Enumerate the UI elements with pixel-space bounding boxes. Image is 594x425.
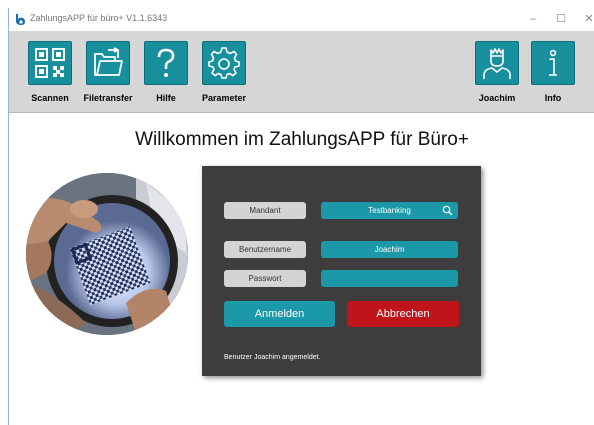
- app-logo-icon: [16, 14, 25, 25]
- info-button[interactable]: Info: [527, 41, 579, 111]
- parameter-button[interactable]: Parameter: [198, 41, 250, 111]
- scannen-label: Scannen: [31, 93, 69, 103]
- passwort-label: Passwort: [224, 270, 306, 287]
- mandant-value: Testbanking: [368, 206, 411, 215]
- app-window: ZahlungsAPP für büro+ V1.1.6343 – ☐ ✕ Sc…: [8, 8, 594, 425]
- folder-transfer-icon: [86, 41, 130, 85]
- minimize-button[interactable]: –: [519, 10, 547, 28]
- hilfe-label: Hilfe: [156, 93, 176, 103]
- login-panel: Mandant Testbanking Benutzername Joachim…: [202, 166, 481, 376]
- info-label: Info: [544, 93, 562, 103]
- welcome-heading: Willkommen im ZahlungsAPP für Büro+: [135, 129, 469, 150]
- filetransfer-button[interactable]: Filetransfer: [82, 41, 134, 111]
- mandant-select[interactable]: Testbanking: [321, 202, 458, 219]
- hilfe-button[interactable]: Hilfe: [140, 41, 192, 111]
- user-icon: [475, 41, 519, 85]
- scanner-photo: [26, 173, 188, 335]
- search-icon[interactable]: [442, 205, 453, 216]
- abbrechen-button[interactable]: Abbrechen: [347, 301, 459, 327]
- question-mark-icon: [144, 41, 188, 85]
- parameter-label: Parameter: [201, 93, 247, 103]
- close-button[interactable]: ✕: [575, 10, 594, 28]
- gear-icon: [202, 41, 246, 85]
- window-title: ZahlungsAPP für büro+ V1.1.6343: [30, 13, 168, 23]
- anmelden-button[interactable]: Anmelden: [224, 301, 335, 327]
- status-message: Benutzer Joachim angemeldet.: [224, 354, 321, 361]
- user-button[interactable]: Joachim: [471, 41, 523, 111]
- qr-code-icon: [28, 41, 72, 85]
- passwort-input[interactable]: [321, 270, 458, 287]
- user-label: Joachim: [478, 93, 516, 103]
- benutzername-label: Benutzername: [224, 241, 306, 258]
- maximize-button[interactable]: ☐: [547, 10, 575, 28]
- toolbar: Scannen Filetransfer Hilfe Parameter Joa…: [9, 31, 594, 113]
- filetransfer-label: Filetransfer: [83, 93, 133, 103]
- benutzername-input[interactable]: Joachim: [321, 241, 458, 258]
- mandant-label: Mandant: [224, 202, 306, 219]
- scannen-button[interactable]: Scannen: [24, 41, 76, 111]
- info-icon: [531, 41, 575, 85]
- title-bar: ZahlungsAPP für büro+ V1.1.6343 – ☐ ✕: [9, 8, 594, 31]
